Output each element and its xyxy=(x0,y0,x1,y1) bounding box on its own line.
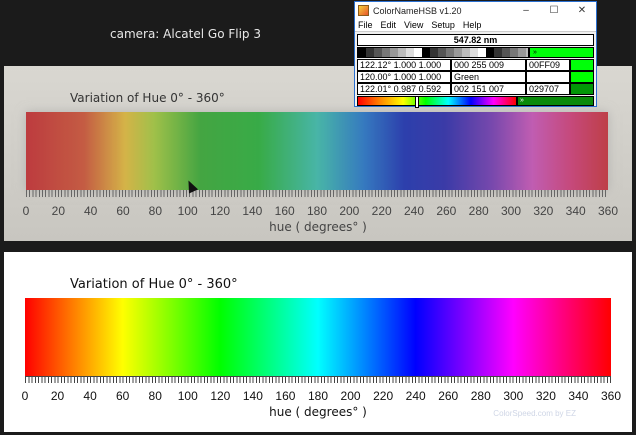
photo-tick: 60 xyxy=(116,204,130,218)
photo-tick: 140 xyxy=(242,204,263,218)
wavelength-readout: 547.82 nm xyxy=(357,34,594,46)
reference-tick: 180 xyxy=(307,389,329,403)
menu-bar: File Edit View Setup Help xyxy=(355,19,596,32)
photo-tick: 320 xyxy=(533,204,554,218)
maximize-icon[interactable]: ☐ xyxy=(540,2,568,19)
photo-tick: 120 xyxy=(209,204,230,218)
hue-marker[interactable] xyxy=(415,96,419,108)
reference-tick: 320 xyxy=(535,389,556,403)
menu-file[interactable]: File xyxy=(358,20,373,30)
reference-tick: 200 xyxy=(340,389,361,403)
sampled-rgb: 000 255 009 xyxy=(451,59,526,71)
sampled-hsb: 122.12° 1.000 1.000 xyxy=(357,59,451,71)
reference-tick: 260 xyxy=(438,389,459,403)
photo-tick: 0 xyxy=(22,204,30,218)
photo-tick: 360 xyxy=(597,204,619,218)
grayscale-strip[interactable] xyxy=(357,47,529,58)
named-color-row: 120.00° 1.000 1.000 Green xyxy=(357,71,594,83)
app-icon xyxy=(358,5,369,16)
window-titlebar[interactable]: ColorNameHSB v1.20 – ☐ ✕ xyxy=(355,2,596,19)
sampled-swatch xyxy=(570,59,594,71)
reference-tick: 60 xyxy=(115,389,130,403)
photo-chart-title: Variation of Hue 0° - 360° xyxy=(70,91,225,105)
photo-ruler xyxy=(26,190,608,197)
reference-tick: 280 xyxy=(470,389,491,403)
colornamehsb-window[interactable]: ColorNameHSB v1.20 – ☐ ✕ File Edit View … xyxy=(354,1,597,108)
reference-hue-panel: Variation of Hue 0° - 360° 0 20 40 60 80… xyxy=(4,252,632,432)
camera-caption: camera: Alcatel Go Flip 3 xyxy=(110,27,261,41)
actual-hex: 029707 xyxy=(526,83,570,95)
photo-tick: 80 xyxy=(148,204,163,218)
photo-tick: 100 xyxy=(177,204,198,218)
photo-tick: 160 xyxy=(274,204,295,218)
photo-tick: 20 xyxy=(51,204,66,218)
photo-tick: 340 xyxy=(565,204,586,218)
photo-axis-label: hue ( degrees° ) xyxy=(269,220,367,234)
sampled-color-row: 122.12° 1.000 1.000 000 255 009 00FF09 xyxy=(357,59,594,71)
named-hsb: 120.00° 1.000 1.000 xyxy=(357,71,451,83)
reference-tick: 240 xyxy=(405,389,426,403)
reference-tick: 360 xyxy=(600,389,622,403)
sampled-color-swatch: » xyxy=(529,47,594,58)
photo-tick: 200 xyxy=(339,204,360,218)
color-name: Green xyxy=(451,71,526,83)
reference-ruler xyxy=(25,376,611,383)
credit-watermark: ColorSpeed.com by EZ xyxy=(493,409,576,418)
reference-tick: 80 xyxy=(148,389,162,403)
reference-tick: 20 xyxy=(50,389,65,403)
hue-spectrum-strip[interactable] xyxy=(357,96,517,108)
reference-tick: 340 xyxy=(568,389,589,403)
reference-chart-title: Variation of Hue 0° - 360° xyxy=(70,277,238,292)
reference-tick: 120 xyxy=(210,389,231,403)
named-swatch xyxy=(570,71,594,83)
menu-view[interactable]: View xyxy=(404,20,423,30)
window-title: ColorNameHSB v1.20 xyxy=(373,5,462,16)
menu-edit[interactable]: Edit xyxy=(381,20,397,30)
actual-color-row: 122.01° 0.987 0.592 002 151 007 029707 xyxy=(357,83,594,95)
reference-tick: 40 xyxy=(83,389,97,403)
reference-tick: 160 xyxy=(275,389,296,403)
actual-rgb: 002 151 007 xyxy=(451,83,526,95)
reference-tick: 220 xyxy=(373,389,394,403)
actual-swatch xyxy=(570,83,594,95)
sampled-hex: 00FF09 xyxy=(526,59,570,71)
photo-tick: 280 xyxy=(468,204,489,218)
minimize-icon[interactable]: – xyxy=(512,2,540,19)
photo-tick: 180 xyxy=(306,204,328,218)
photo-tick: 240 xyxy=(403,204,425,218)
actual-hsb: 122.01° 0.987 0.592 xyxy=(357,83,451,95)
reference-tick: 300 xyxy=(503,389,524,403)
photo-tick: 40 xyxy=(83,204,98,218)
photo-tick: 220 xyxy=(371,204,392,218)
photo-tick: 300 xyxy=(500,204,521,218)
reference-tick: 0 xyxy=(21,389,29,403)
photo-tick: 260 xyxy=(436,204,457,218)
menu-setup[interactable]: Setup xyxy=(431,20,455,30)
named-hex-empty xyxy=(526,71,570,83)
photo-hue-bar xyxy=(26,112,608,190)
menu-help[interactable]: Help xyxy=(463,20,482,30)
close-icon[interactable]: ✕ xyxy=(568,2,596,19)
reference-hue-bar xyxy=(25,298,611,376)
actual-color-bar: » xyxy=(517,96,594,106)
reference-tick: 140 xyxy=(242,389,263,403)
reference-tick: 100 xyxy=(177,389,198,403)
